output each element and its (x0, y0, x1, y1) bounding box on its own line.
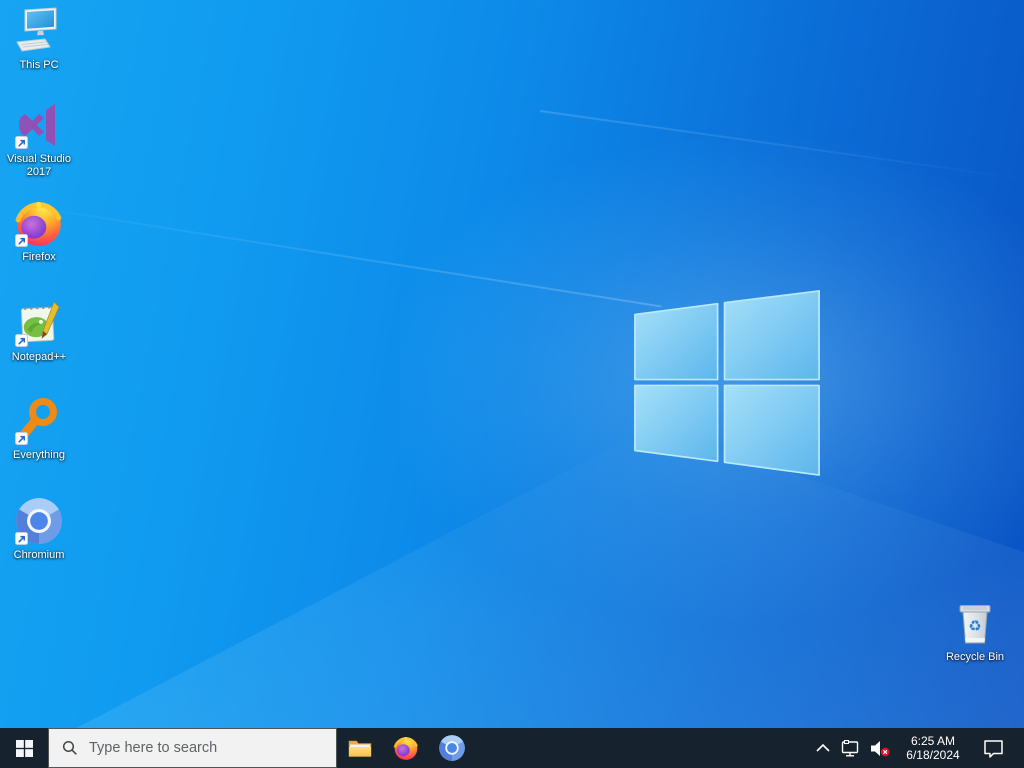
action-center-icon (983, 739, 1003, 758)
taskbar-clock[interactable]: 6:25 AM 6/18/2024 (894, 728, 972, 768)
start-button[interactable] (0, 728, 48, 768)
shortcut-arrow-icon (15, 234, 28, 247)
volume-muted-icon (870, 740, 889, 756)
search-icon (62, 740, 77, 755)
tray-date: 6/18/2024 (906, 748, 960, 762)
desktop-icon-everything[interactable]: Everything (0, 396, 78, 462)
taskbar-firefox-button[interactable] (383, 728, 429, 768)
icon-label: Recycle Bin (945, 651, 1005, 663)
icon-label: Notepad++ (11, 351, 67, 363)
desktop-icon-this-pc[interactable]: This PC (0, 6, 78, 72)
notepad-plus-plus-icon (14, 298, 64, 348)
tray-time: 6:25 AM (910, 734, 956, 748)
taskbar-chromium-button[interactable] (429, 728, 475, 768)
this-pc-icon (14, 6, 64, 56)
icon-label: Visual Studio 2017 (6, 153, 71, 178)
chromium-icon (439, 735, 465, 761)
shortcut-arrow-icon (15, 532, 28, 545)
network-ethernet-icon (841, 739, 859, 757)
network-tray-button[interactable] (836, 728, 864, 768)
desktop-icon-visual-studio[interactable]: Visual Studio 2017 (0, 100, 78, 179)
icon-label: Firefox (22, 251, 56, 263)
chevron-up-icon (816, 743, 830, 752)
visual-studio-icon (14, 100, 64, 150)
search-input[interactable] (78, 740, 336, 756)
icon-label: Chromium (13, 549, 65, 561)
svg-text:♻: ♻ (968, 617, 981, 635)
taskbar-empty-area (475, 728, 810, 768)
volume-tray-button[interactable] (864, 728, 894, 768)
taskbar: 6:25 AM 6/18/2024 (0, 728, 1024, 768)
everything-icon (14, 396, 64, 446)
wallpaper (0, 0, 1024, 768)
firefox-icon (393, 737, 418, 760)
action-center-button[interactable] (972, 728, 1014, 768)
system-tray: 6:25 AM 6/18/2024 (810, 728, 1024, 768)
shortcut-arrow-icon (15, 334, 28, 347)
recycle-bin-icon: ♻ (950, 598, 1000, 648)
desktop-icon-recycle-bin[interactable]: ♻ Recycle Bin (936, 598, 1014, 664)
windows-desktop: This PC Visual Studio 2017 Firefox Notep… (0, 0, 1024, 768)
icon-label: Everything (13, 449, 65, 461)
desktop-icon-firefox[interactable]: Firefox (0, 198, 78, 264)
hidden-icons-chevron[interactable] (810, 728, 836, 768)
icon-label: This PC (19, 59, 59, 71)
windows-logo (634, 290, 820, 476)
windows-logo-icon (15, 739, 33, 757)
shortcut-arrow-icon (15, 432, 28, 445)
desktop-icon-chromium[interactable]: Chromium (0, 496, 78, 562)
firefox-icon (14, 198, 64, 248)
file-explorer-icon (348, 740, 372, 757)
taskbar-search-box[interactable] (48, 728, 337, 768)
chromium-icon (14, 496, 64, 546)
desktop-icon-notepad-plus-plus[interactable]: Notepad++ (0, 298, 78, 364)
shortcut-arrow-icon (15, 136, 28, 149)
taskbar-file-explorer-button[interactable] (337, 728, 383, 768)
